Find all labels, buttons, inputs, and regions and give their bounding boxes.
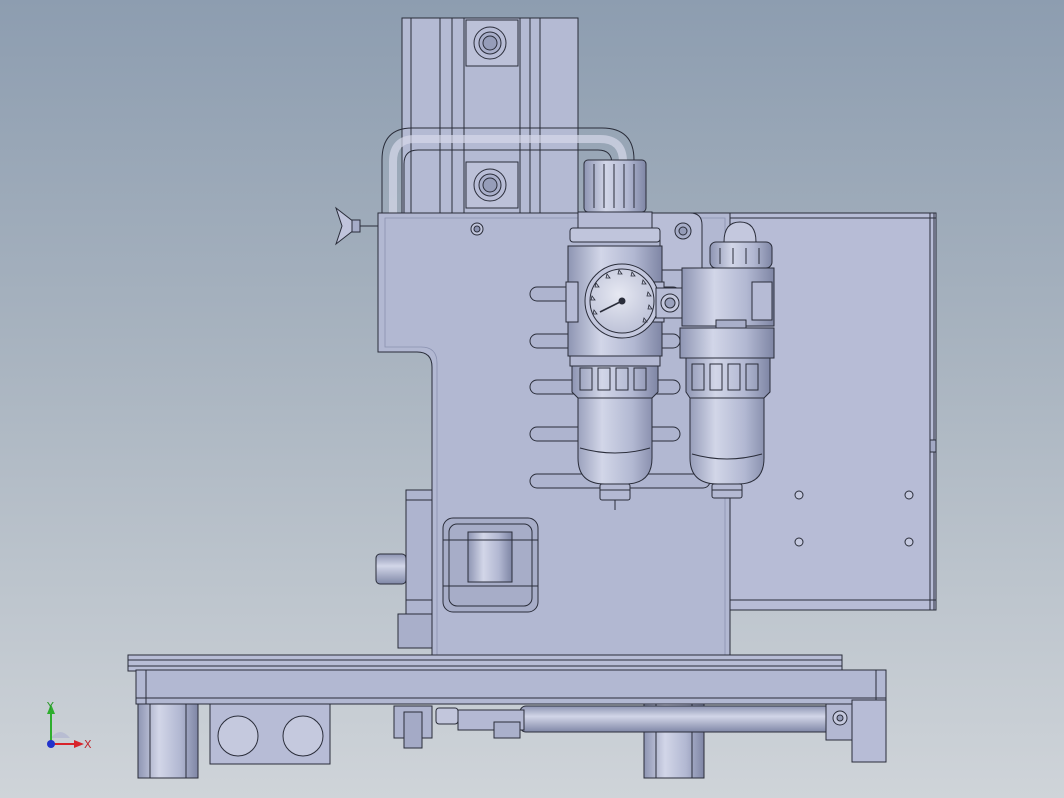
base-rails xyxy=(127,654,887,705)
left-foot xyxy=(137,703,199,779)
z-axis-dot-icon xyxy=(47,740,55,748)
bottom-rod xyxy=(393,699,887,763)
cad-viewport[interactable]: X Y xyxy=(0,0,1064,798)
y-axis-label: Y xyxy=(46,700,54,713)
machine-drawing: X Y xyxy=(46,17,937,779)
top-cylinder xyxy=(401,17,579,215)
pressure-gauge-icon xyxy=(584,263,660,339)
coordinate-triad: X Y xyxy=(46,700,92,751)
wing-screw xyxy=(335,206,378,246)
left-block xyxy=(375,489,433,649)
port-block xyxy=(209,703,331,765)
x-axis-label: X xyxy=(84,738,92,751)
filter-regulator xyxy=(565,159,665,510)
